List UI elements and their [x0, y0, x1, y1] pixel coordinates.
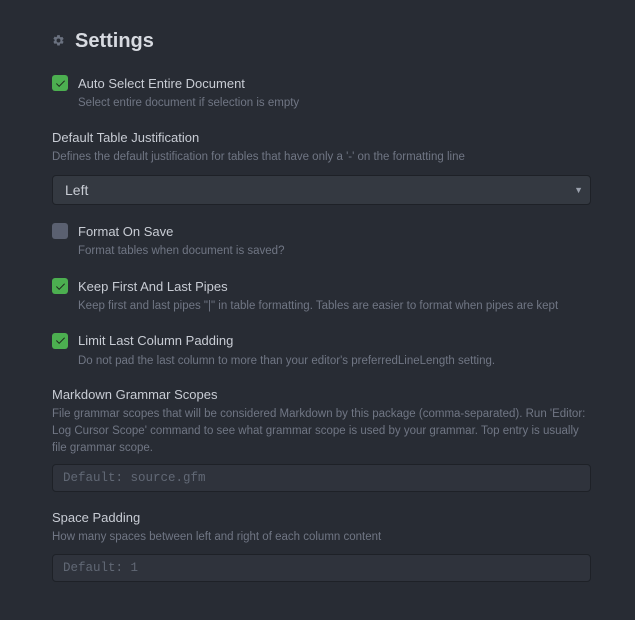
keep-pipes-desc: Keep first and last pipes "|" in table f… [78, 298, 591, 315]
default-justification-desc: Defines the default justification for ta… [52, 149, 591, 166]
setting-space-padding: Space Padding How many spaces between le… [52, 510, 591, 582]
grammar-scopes-desc: File grammar scopes that will be conside… [52, 406, 591, 456]
setting-limit-padding: Limit Last Column Padding Do not pad the… [52, 333, 591, 370]
grammar-scopes-input[interactable] [52, 464, 591, 492]
format-on-save-desc: Format tables when document is saved? [78, 243, 591, 260]
setting-grammar-scopes: Markdown Grammar Scopes File grammar sco… [52, 387, 591, 492]
grammar-scopes-label: Markdown Grammar Scopes [52, 387, 591, 402]
keep-pipes-label: Keep First And Last Pipes [78, 279, 228, 294]
space-padding-input[interactable] [52, 554, 591, 582]
limit-padding-checkbox[interactable] [52, 333, 68, 349]
space-padding-label: Space Padding [52, 510, 591, 525]
setting-auto-select: Auto Select Entire Document Select entir… [52, 75, 591, 112]
limit-padding-desc: Do not pad the last column to more than … [78, 353, 591, 370]
auto-select-checkbox[interactable] [52, 75, 68, 91]
page-title: Settings [75, 30, 154, 53]
default-justification-select[interactable]: Left [52, 175, 591, 205]
gear-icon [52, 34, 65, 50]
setting-default-justification: Default Table Justification Defines the … [52, 130, 591, 206]
keep-pipes-checkbox[interactable] [52, 278, 68, 294]
space-padding-desc: How many spaces between left and right o… [52, 529, 591, 546]
default-justification-label: Default Table Justification [52, 130, 591, 145]
format-on-save-label: Format On Save [78, 224, 173, 239]
setting-format-on-save: Format On Save Format tables when docume… [52, 223, 591, 260]
settings-header: Settings [52, 30, 591, 53]
auto-select-desc: Select entire document if selection is e… [78, 95, 591, 112]
setting-keep-pipes: Keep First And Last Pipes Keep first and… [52, 278, 591, 315]
limit-padding-label: Limit Last Column Padding [78, 333, 233, 348]
auto-select-label: Auto Select Entire Document [78, 76, 245, 91]
format-on-save-checkbox[interactable] [52, 223, 68, 239]
